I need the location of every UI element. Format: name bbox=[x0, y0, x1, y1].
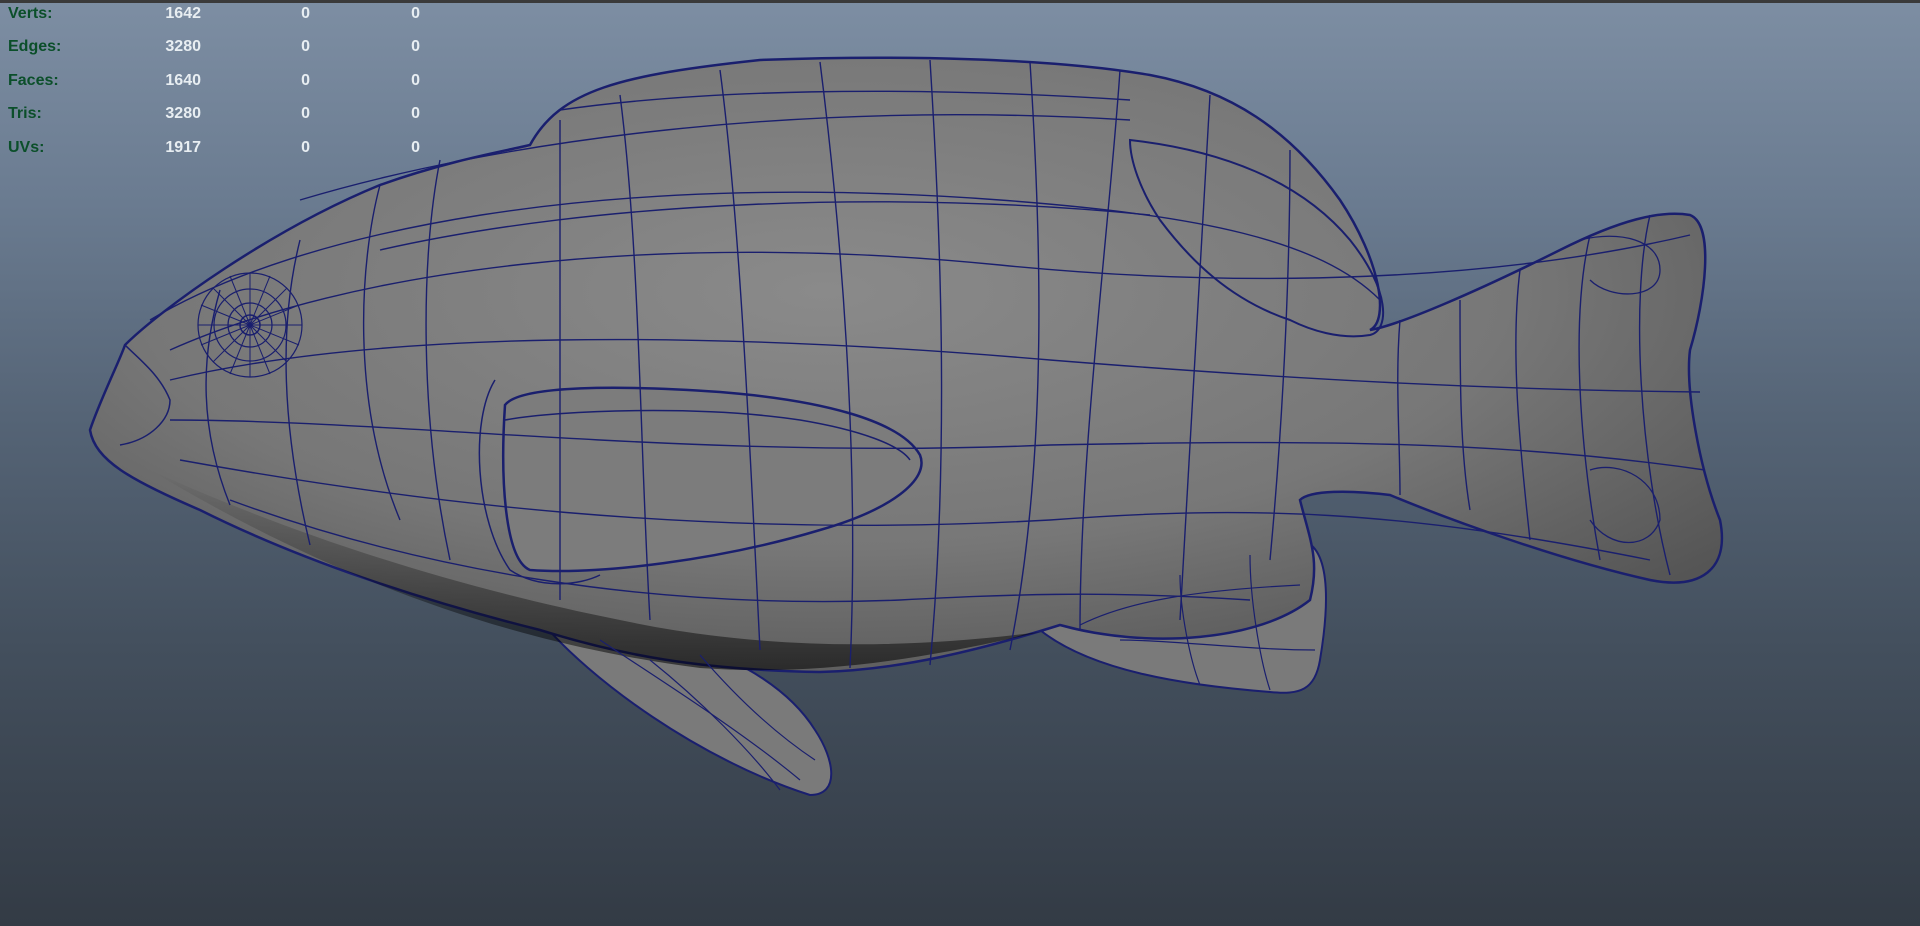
hud-value-other: 0 bbox=[411, 105, 420, 122]
hud-value-selected: 0 bbox=[301, 38, 310, 55]
hud-value-other: 0 bbox=[411, 139, 420, 156]
hud-value-selected: 0 bbox=[301, 5, 310, 22]
hud-value-total: 1917 bbox=[165, 139, 201, 156]
hud-value-other: 0 bbox=[411, 38, 420, 55]
hud-label: Faces: bbox=[8, 72, 59, 89]
hud-row-uvs: UVs: 1917 0 0 bbox=[0, 138, 440, 158]
hud-value-selected: 0 bbox=[301, 105, 310, 122]
hud-label: Edges: bbox=[8, 38, 62, 55]
hud-row-edges: Edges: 3280 0 0 bbox=[0, 37, 440, 57]
hud-value-selected: 0 bbox=[301, 72, 310, 89]
hud-value-selected: 0 bbox=[301, 139, 310, 156]
hud-value-other: 0 bbox=[411, 72, 420, 89]
hud-value-total: 3280 bbox=[165, 38, 201, 55]
hud-value-total: 3280 bbox=[165, 105, 201, 122]
hud-row-verts: Verts: 1642 0 0 bbox=[0, 4, 440, 24]
hud-label: Verts: bbox=[8, 5, 53, 22]
hud-label: UVs: bbox=[8, 139, 45, 156]
hud-row-tris: Tris: 3280 0 0 bbox=[0, 104, 440, 124]
hud-row-faces: Faces: 1640 0 0 bbox=[0, 71, 440, 91]
hud-value-total: 1640 bbox=[165, 72, 201, 89]
heads-up-display: Verts: 1642 0 0 Edges: 3280 0 0 Faces: 1… bbox=[0, 0, 440, 165]
hud-value-other: 0 bbox=[411, 5, 420, 22]
hud-label: Tris: bbox=[8, 105, 42, 122]
3d-viewport[interactable]: Verts: 1642 0 0 Edges: 3280 0 0 Faces: 1… bbox=[0, 0, 1920, 926]
hud-value-total: 1642 bbox=[165, 5, 201, 22]
